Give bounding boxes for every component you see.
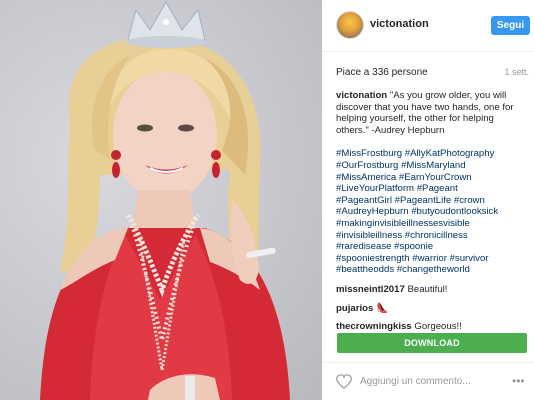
post-date[interactable]: 1 sett. — [504, 67, 529, 77]
header-username[interactable]: victonation — [370, 18, 429, 30]
hashtag-line[interactable]: #raredisease #spoonie — [336, 241, 526, 253]
comment-text: Gorgeous!! — [414, 321, 462, 333]
avatar[interactable] — [336, 11, 364, 39]
more-options-icon[interactable]: ••• — [512, 374, 525, 388]
comment: pujarios 👠 — [336, 303, 526, 315]
comment-username[interactable]: pujarios — [336, 303, 373, 314]
comment-footer: Aggiungi un commento... ••• — [322, 362, 534, 400]
hashtag-line[interactable]: #AudreyHepburn #butyoudontlooksick — [336, 206, 526, 218]
comment: thecrowningkiss Gorgeous!! — [336, 321, 526, 333]
caption-username[interactable]: victonation — [336, 90, 387, 101]
hashtag-line[interactable]: #OurFrostburg #MissMaryland — [336, 160, 526, 172]
hashtag-line[interactable]: #MissFrostburg #AllyKatPhotography — [336, 148, 526, 160]
post-side-panel: victonation Segui Piace a 336 persone 1 … — [322, 0, 534, 400]
likes-row: Piace a 336 persone 1 sett. — [336, 67, 529, 78]
follow-button[interactable]: Segui — [491, 16, 530, 35]
comment-username[interactable]: thecrowningkiss — [336, 321, 412, 332]
heart-icon[interactable] — [336, 374, 352, 389]
download-button[interactable]: DOWNLOAD — [337, 333, 527, 353]
photo-illustration — [40, 0, 290, 400]
comment-username[interactable]: missneintl2017 — [336, 284, 405, 295]
hashtag-line[interactable]: #LiveYourPlatform #Pageant — [336, 183, 526, 195]
caption: victonation "As you grow older, you will… — [336, 90, 526, 136]
hashtag-line[interactable]: #beattheodds #changetheworld — [336, 264, 526, 276]
hashtag-line[interactable]: #PageantGirl #PageantLife #crown — [336, 195, 526, 207]
hashtag-line[interactable]: #invisibleillness #chronicillness — [336, 230, 526, 242]
hashtag-line[interactable]: #spooniestrength #warrior #survivor — [336, 253, 526, 265]
hashtag-line[interactable]: #makinginvisibleillnessesvisible — [336, 218, 526, 230]
post-photo[interactable] — [0, 0, 322, 400]
comments-section: victonation "As you grow older, you will… — [336, 90, 526, 340]
comment-text: 👠 — [376, 302, 388, 314]
add-comment-input[interactable]: Aggiungi un commento... — [360, 376, 471, 387]
hashtag-list: #MissFrostburg #AllyKatPhotography #OurF… — [336, 148, 526, 276]
likes-count[interactable]: Piace a 336 persone — [336, 67, 428, 78]
post-header: victonation Segui — [322, 0, 534, 52]
comment: missneintl2017 Beautiful! — [336, 284, 526, 296]
comment-text: Beautiful! — [407, 283, 448, 295]
hashtag-line[interactable]: #MissAmerica #EarnYourCrown — [336, 172, 526, 184]
